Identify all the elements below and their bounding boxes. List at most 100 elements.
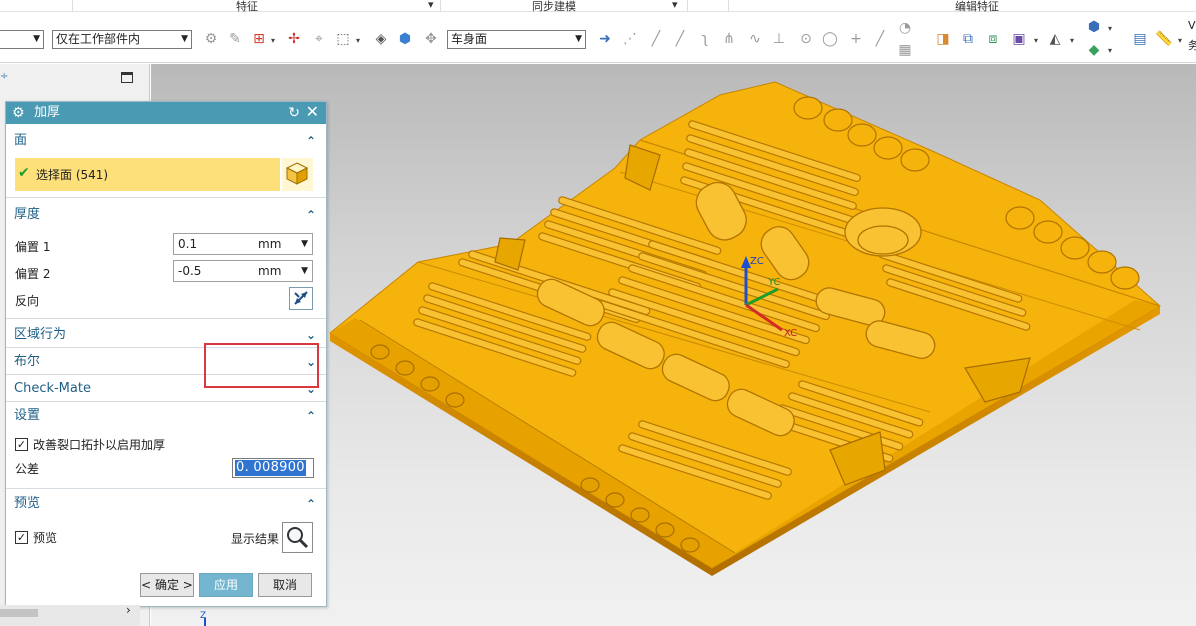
curve-snap-icon[interactable]: ʅ <box>696 30 714 48</box>
section-header-thickness[interactable]: 厚度 ⌃ <box>6 203 326 227</box>
view-toggle-icon[interactable]: ◔ <box>896 19 914 37</box>
show-result-button[interactable] <box>282 522 313 553</box>
face-selector-button[interactable] <box>280 158 313 191</box>
ribbon-separator <box>687 0 688 12</box>
close-icon[interactable]: ✕ <box>306 101 319 123</box>
chevron-up-icon[interactable]: ⌃ <box>306 492 316 516</box>
improve-topology-checkbox[interactable]: ✓ <box>15 438 28 451</box>
cancel-button[interactable]: 取消 <box>258 573 312 597</box>
arrow-right-icon[interactable]: ➜ <box>596 30 614 48</box>
section-divider <box>6 488 326 489</box>
tolerance-value[interactable]: 0. 008900 <box>235 460 306 476</box>
shaded-cube-icon[interactable]: ⬢ <box>1085 18 1103 36</box>
section-header-face[interactable]: 面 ⌃ <box>6 129 326 153</box>
offset1-label: 偏置 1 <box>15 240 51 254</box>
preview-checkbox[interactable]: ✓ <box>15 531 28 544</box>
gear-icon[interactable]: ⚙ <box>12 102 25 124</box>
body-select-icon[interactable]: ◈ <box>372 30 390 48</box>
section-header-preview[interactable]: 预览 ⌃ <box>6 492 326 516</box>
section-header-label: Check-Mate <box>14 381 91 396</box>
rectangle-select-icon[interactable]: ⬚ <box>334 30 352 48</box>
grid-toggle-icon[interactable]: ▦ <box>896 41 914 59</box>
section-header-settings[interactable]: 设置 ⌃ <box>6 404 326 428</box>
line-snap-icon[interactable]: ╱ <box>647 30 665 48</box>
layer-settings-icon[interactable]: ▣ <box>1010 30 1028 48</box>
scrollbar-thumb[interactable] <box>0 609 38 617</box>
zc-axis-label: ZC <box>750 256 764 267</box>
chevron-down-icon[interactable]: ▾ <box>356 36 360 45</box>
reset-icon[interactable]: ↻ <box>288 102 300 124</box>
section-header-label: 厚度 <box>14 207 41 222</box>
section-divider <box>6 318 326 319</box>
chevron-up-icon[interactable]: ⌃ <box>306 404 316 428</box>
offset1-field[interactable]: 0.1 mm ▼ <box>173 233 313 255</box>
chevron-up-icon[interactable]: ⌃ <box>306 129 316 153</box>
offset1-unit[interactable]: mm <box>258 234 281 254</box>
point-snap-icon[interactable]: + <box>847 30 865 48</box>
select-face-row[interactable]: ✔ 选择面 (541) <box>15 158 313 191</box>
ribbon-group-edit-feature[interactable]: 编辑特征 <box>955 0 999 13</box>
section-view-icon[interactable]: ⧉ <box>959 30 977 48</box>
chevron-down-icon[interactable]: ▾ <box>1108 24 1112 33</box>
quadrant-snap-icon[interactable]: ◯ <box>821 30 839 48</box>
assembly-filter-icon[interactable]: ⚙ <box>202 30 220 48</box>
chevron-down-icon[interactable]: ▾ <box>1108 46 1112 55</box>
layer-manager-icon[interactable]: ▤ <box>1131 30 1149 48</box>
face-rule-combo[interactable]: 车身面 ▼ <box>447 30 586 49</box>
navigator-corner-marker: ÷ <box>0 71 9 82</box>
maximize-icon[interactable] <box>121 72 133 83</box>
reverse-direction-button[interactable] <box>289 287 313 310</box>
type-filter-combo[interactable]: ▼ <box>0 30 44 49</box>
move-handle-icon[interactable]: ✥ <box>422 30 440 48</box>
navigator-scrollbar[interactable]: › <box>0 603 140 626</box>
dialog-title-bar[interactable]: ⚙ 加厚 ↻ ✕ <box>6 102 326 124</box>
spline-snap-icon[interactable]: ∿ <box>746 30 764 48</box>
edge-snap-icon[interactable]: ╱ <box>671 30 689 48</box>
chevron-down-icon[interactable]: ▾ <box>1178 36 1182 45</box>
offset2-unit[interactable]: mm <box>258 261 281 281</box>
ribbon-group-sync-modeling[interactable]: 同步建模 <box>532 0 576 13</box>
section-header-label: 面 <box>14 133 28 148</box>
measure-ruler-icon[interactable]: 📏 <box>1155 30 1173 48</box>
scope-filter-combo[interactable]: 仅在工作部件内 ▼ <box>52 30 192 49</box>
snap-grid-icon[interactable]: ⋰ <box>621 30 639 48</box>
tangent-snap-icon[interactable]: ⊥ <box>770 30 788 48</box>
on-curve-snap-icon[interactable]: ╱ <box>871 30 889 48</box>
solid-cube-icon[interactable]: ⬢ <box>396 30 414 48</box>
chevron-down-icon[interactable]: ▾ <box>1070 36 1074 45</box>
point-constructor-icon[interactable]: ✢ <box>285 30 303 48</box>
ok-button[interactable]: < 确定 > <box>140 573 194 597</box>
chevron-right-icon[interactable]: › <box>126 603 131 617</box>
apply-button[interactable]: 应用 <box>199 573 253 597</box>
thickened-part-model[interactable] <box>329 81 1161 576</box>
ribbon-group-feature-dropdown-icon[interactable]: ▾ <box>428 0 434 11</box>
select-similar-icon[interactable]: ⌖ <box>310 30 328 48</box>
offset2-value[interactable]: -0.5 <box>178 264 201 278</box>
chevron-down-icon[interactable]: ▾ <box>1034 36 1038 45</box>
ribbon-group-feature[interactable]: 特征 <box>236 0 258 13</box>
snap-point-icon[interactable]: ⊞ <box>250 30 268 48</box>
render-style-icon[interactable]: ◭ <box>1046 30 1064 48</box>
edit-object-display-icon[interactable]: ◆ <box>1085 41 1103 59</box>
offset2-field[interactable]: -0.5 mm ▼ <box>173 260 313 282</box>
cutting-plane-icon[interactable]: ◨ <box>934 30 952 48</box>
ribbon-group-sync-dropdown-icon[interactable]: ▾ <box>672 0 678 11</box>
chevron-up-icon[interactable]: ⌃ <box>306 203 316 227</box>
wcs-icon[interactable]: ⧈ <box>984 30 1002 48</box>
reverse-label: 反向 <box>15 294 40 308</box>
selection-toolbar: ▼ 仅在工作部件内 ▼ ⚙ ✎ ⊞ ▾ ✢ ⌖ ⬚ ▾ ◈ ⬢ ✥ 车身面 ▼ … <box>0 13 1196 63</box>
chevron-down-icon[interactable]: ▼ <box>301 261 308 281</box>
tolerance-input[interactable]: 0. 008900 <box>232 458 314 478</box>
chevron-down-icon[interactable]: ▼ <box>301 234 308 254</box>
select-parent-icon[interactable]: ✎ <box>226 30 244 48</box>
intersection-snap-icon[interactable]: ⋔ <box>720 30 738 48</box>
offset1-value[interactable]: 0.1 <box>178 237 197 251</box>
chevron-down-icon[interactable]: ▾ <box>271 36 275 45</box>
tolerance-callout-box <box>204 343 319 388</box>
show-result-label: 显示结果 <box>231 532 280 546</box>
section-header-label: 设置 <box>14 408 41 423</box>
ribbon-group-bar: 特征 ▾ 同步建模 ▾ 编辑特征 <box>0 0 1196 13</box>
flip-direction-icon <box>294 291 308 305</box>
center-snap-icon[interactable]: ⊙ <box>797 30 815 48</box>
toolbar-overflow-label: 务 <box>1188 39 1196 52</box>
